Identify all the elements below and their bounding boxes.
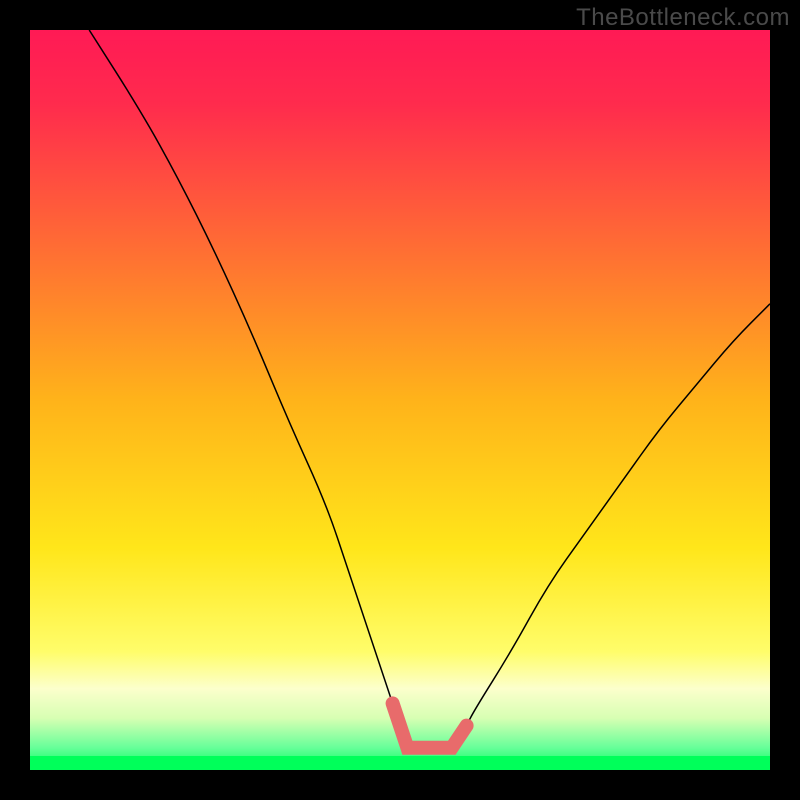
chart-svg (30, 30, 770, 770)
background-gradient (30, 30, 770, 770)
watermark-text: TheBottleneck.com (576, 4, 790, 32)
plot-area (30, 30, 770, 770)
chart-container: TheBottleneck.com (0, 0, 800, 800)
bottom-ribbon (30, 756, 770, 770)
